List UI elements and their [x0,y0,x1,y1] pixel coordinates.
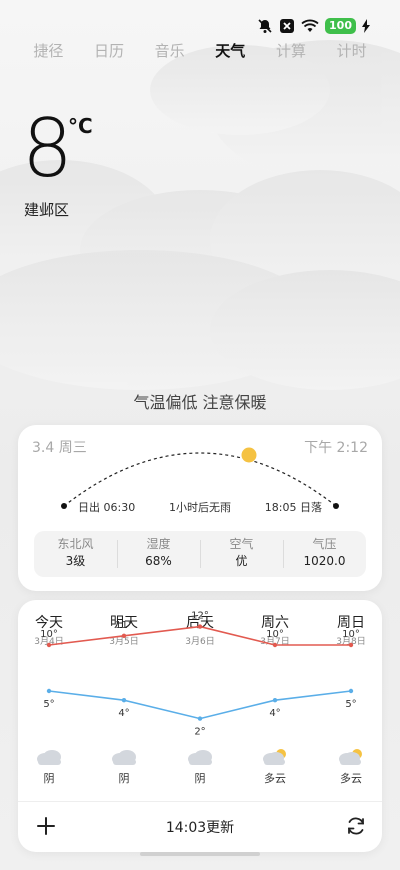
battery-level: 100 [325,18,356,34]
sun-card[interactable]: 3.4 周三 下午 2:12 日出 06:30 1小时后无雨 18:05 日落 … [18,425,382,591]
low-temp-point [121,698,127,703]
high-temp-point [197,624,203,629]
condition-label: 阴 [194,772,206,785]
low-temp-label: 2° [194,727,205,738]
low-temp-point [46,688,52,694]
overcast-icon [110,748,138,770]
low-temp-label: 4° [269,708,280,719]
mute-bell-icon [257,18,273,34]
overcast-icon [35,748,63,770]
temperature-chart: 10° 11° 12° 10° 10° 5° 4° 2° 4° 5° [40,611,360,738]
stat-pressure: 气压 1020.0 [283,531,366,577]
high-temp-point [348,642,354,648]
high-temp-label: 12° [191,611,209,622]
condition-label: 多云 [264,772,286,785]
weather-stats: 东北风 3级 湿度 68% 空气 优 气压 1020.0 [34,531,366,577]
high-temp-point [46,642,52,648]
status-bar: 100 [257,14,370,38]
update-time: 14:03更新 [165,820,235,836]
stat-value: 1020.0 [303,554,346,568]
refresh-button[interactable] [344,814,368,838]
tab-timer[interactable]: 计时 [333,38,371,63]
rain-forecast: 1小时后无雨 [169,501,231,514]
low-temp-label: 5° [43,699,54,710]
stat-label: 空气 [229,537,254,551]
home-indicator[interactable] [140,852,260,856]
tab-weather[interactable]: 天气 [211,38,249,63]
high-temp-label: 10° [40,629,58,640]
low-temp-label: 4° [118,708,129,719]
stat-wind: 东北风 3级 [34,531,117,577]
temperature-unit: °C [68,114,93,138]
high-temp-line [48,625,351,646]
stat-humidity: 湿度 68% [117,531,200,577]
charging-icon [362,19,370,33]
high-temp-point [121,633,127,638]
partly-cloudy-icon [261,748,289,770]
top-tabs: 捷径 日历 音乐 天气 计算 计时 [0,38,400,63]
divider [18,801,382,802]
sun-icon [241,447,257,463]
low-temp-point [272,698,278,703]
forecast-card[interactable]: 今天 3月4日 明天 3月5日 后天 3月6日 周六 3月7日 周日 3月8日 … [18,600,382,852]
high-temp-point [272,642,278,648]
close-notification-icon [279,18,295,34]
wifi-icon [301,19,319,33]
stat-value: 68% [145,554,172,568]
location-name[interactable]: 建邺区 [24,199,69,220]
tab-music[interactable]: 音乐 [151,38,189,63]
weather-tip: 气温偏低 注意保暖 [133,393,267,412]
stat-label: 气压 [312,537,337,551]
high-temp-label: 11° [115,620,133,631]
partly-cloudy-icon [337,748,365,770]
low-temp-point [348,688,354,694]
sunset-time: 18:05 日落 [264,501,322,514]
tab-calculator[interactable]: 计算 [272,38,310,63]
stat-air: 空气 优 [200,531,283,577]
tab-shortcuts[interactable]: 捷径 [29,38,67,63]
stat-value: 优 [235,554,248,568]
overcast-icon [186,748,214,770]
high-temp-label: 10° [266,629,284,640]
low-temp-line [48,690,352,720]
high-temp-label: 10° [342,629,360,640]
condition-label: 多云 [340,772,362,785]
low-temp-point [197,716,203,721]
stat-label: 东北风 [57,537,94,551]
current-temperature: 8 [22,102,73,195]
refresh-icon [348,817,364,835]
condition-label: 阴 [43,772,55,785]
stat-label: 湿度 [146,537,171,551]
stat-value: 3级 [65,554,86,568]
condition-label: 阴 [118,772,130,785]
low-temp-label: 5° [345,699,356,710]
tab-calendar[interactable]: 日历 [90,38,128,63]
